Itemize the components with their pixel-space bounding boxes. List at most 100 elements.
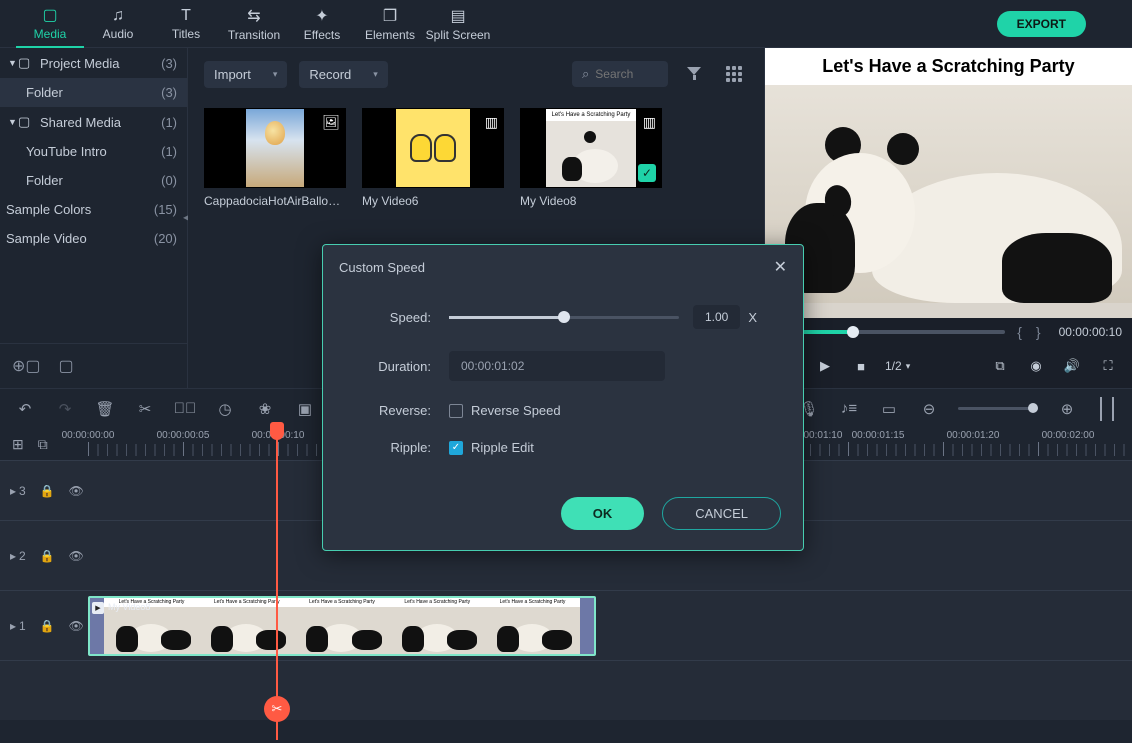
speed-button[interactable]: ◷ [214, 398, 236, 420]
record-dropdown[interactable]: Record ▾ [299, 61, 387, 88]
sparkle-icon: ✦ [315, 6, 328, 26]
shapes-icon: ❐ [383, 6, 397, 26]
redo-button[interactable]: ↷ [54, 398, 76, 420]
folder-outline-icon[interactable]: ▢ [59, 356, 74, 376]
pip-button[interactable]: ⧉ [988, 354, 1012, 378]
track-empty [0, 660, 1132, 720]
transition-icon: ⇆ [247, 6, 260, 26]
lock-icon[interactable]: 🔒 [40, 549, 55, 563]
video-track-icon: ▸ [10, 484, 16, 498]
import-dropdown[interactable]: Import ▾ [204, 61, 287, 88]
preview-image [765, 85, 1132, 303]
preview-overlay-title: Let's Have a Scratching Party [765, 48, 1132, 85]
media-sidebar: ▼ ▢ Project Media (3) Folder (3) ▼ ▢ Sha… [0, 48, 188, 388]
speed-slider[interactable] [449, 316, 679, 319]
green-screen-button[interactable]: ▣ [294, 398, 316, 420]
split-screen-icon: ▤ [450, 6, 465, 26]
zoom-in-button[interactable]: ⊕ [1056, 398, 1078, 420]
tab-media[interactable]: ▢ Media [16, 0, 84, 48]
tab-titles[interactable]: T Titles [152, 0, 220, 48]
mark-in-button[interactable]: { [1015, 324, 1024, 340]
text-icon: T [181, 7, 191, 25]
ripple-checkbox[interactable]: ✓ [449, 441, 463, 455]
chevron-down-icon: ▼ [8, 58, 18, 68]
ripple-option-label: Ripple Edit [471, 440, 534, 455]
audio-mixer-button[interactable]: ♪≡ [838, 398, 860, 420]
delete-button[interactable]: 🗑 [94, 398, 116, 420]
speed-unit: X [748, 310, 757, 325]
chevron-down-icon: ▾ [273, 69, 278, 80]
sidebar-item-sample-video[interactable]: Sample Video (20) [0, 224, 187, 253]
timeline-clip-video8[interactable]: ▶ My Video8 Let's Have a Scratching Part… [88, 596, 596, 656]
tab-transition[interactable]: ⇆ Transition [220, 0, 288, 48]
grid-icon [726, 66, 742, 82]
media-item-video8[interactable]: Let's Have a Scratching Party ▥ ✓ My Vid… [520, 108, 662, 208]
crop-button[interactable]: ✂⃞ [174, 398, 196, 420]
speed-label: Speed: [351, 310, 431, 325]
duration-label: Duration: [351, 359, 431, 374]
tab-audio[interactable]: ♫ Audio [84, 0, 152, 48]
search-input[interactable]: ⌕ [572, 61, 668, 87]
zoom-out-button[interactable]: ⊖ [918, 398, 940, 420]
sidebar-item-folder[interactable]: Folder (3) [0, 78, 187, 107]
link-button[interactable]: ⧉ [38, 436, 48, 453]
music-note-icon: ♫ [112, 7, 124, 25]
volume-button[interactable]: 🔊 [1060, 354, 1084, 378]
zoom-fit-button[interactable] [1096, 398, 1118, 420]
video-track-icon: ▸ [10, 549, 16, 563]
preview-quality-dropdown[interactable]: 1/2 ▾ [885, 359, 910, 373]
reverse-checkbox[interactable] [449, 404, 463, 418]
close-button[interactable]: ✕ [774, 257, 787, 277]
funnel-icon [687, 67, 701, 81]
preview-viewport[interactable]: Let's Have a Scratching Party [765, 48, 1132, 318]
add-track-button[interactable]: ⊞ [12, 436, 24, 453]
sidebar-item-youtube-intro[interactable]: YouTube Intro (1) [0, 137, 187, 166]
preview-panel: Let's Have a Scratching Party { } 00:00:… [764, 48, 1132, 388]
eye-icon[interactable]: 👁 [69, 484, 84, 498]
image-type-icon: 🖼 [322, 114, 340, 131]
duration-input[interactable] [449, 351, 665, 381]
video-track-icon: ▸ [10, 619, 16, 633]
undo-button[interactable]: ↶ [14, 398, 36, 420]
search-icon: ⌕ [582, 66, 589, 82]
tab-split-screen[interactable]: ▤ Split Screen [424, 0, 492, 48]
color-button[interactable]: ❀ [254, 398, 276, 420]
media-item-video6[interactable]: ▥ My Video6 [362, 108, 504, 208]
reverse-option-label: Reverse Speed [471, 403, 561, 418]
export-button[interactable]: EXPORT [997, 11, 1086, 37]
video-type-icon: ▥ [643, 114, 656, 131]
chevron-down-icon: ▾ [906, 361, 911, 372]
grid-view-button[interactable] [720, 60, 748, 88]
mark-out-button[interactable]: } [1034, 324, 1043, 340]
eye-icon[interactable]: 👁 [69, 619, 84, 633]
media-item-cappadocia[interactable]: 🖼 CappadociaHotAirBalloo… [204, 108, 346, 208]
fullscreen-button[interactable]: ⛶ [1096, 354, 1120, 378]
lock-icon[interactable]: 🔒 [40, 619, 55, 633]
snapshot-button[interactable]: ◉ [1024, 354, 1048, 378]
selected-check-icon: ✓ [638, 164, 656, 182]
split-button[interactable]: ✂ [134, 398, 156, 420]
sidebar-item-folder-2[interactable]: Folder (0) [0, 166, 187, 195]
sidebar-item-project-media[interactable]: ▼ ▢ Project Media (3) [0, 48, 187, 78]
stop-button[interactable]: ■ [849, 354, 873, 378]
play-button[interactable]: ▶ [813, 354, 837, 378]
filter-button[interactable] [680, 60, 708, 88]
lock-icon[interactable]: 🔒 [40, 484, 55, 498]
video-type-icon: ▥ [485, 114, 498, 131]
speed-value[interactable]: 1.00 [693, 305, 740, 329]
track-v1[interactable]: ▸1 🔒 👁 ▶ My Video8 Let's Have a Scratchi… [0, 590, 1132, 660]
new-folder-icon[interactable]: ⊕▢ [12, 356, 41, 376]
cancel-button[interactable]: CANCEL [662, 497, 781, 530]
folder-icon: ▢ [42, 5, 57, 25]
zoom-slider[interactable] [958, 407, 1038, 410]
eye-icon[interactable]: 👁 [69, 549, 84, 563]
tab-elements[interactable]: ❐ Elements [356, 0, 424, 48]
tab-effects[interactable]: ✦ Effects [288, 0, 356, 48]
marker-button[interactable]: ▭ [878, 398, 900, 420]
ok-button[interactable]: OK [561, 497, 645, 530]
preview-scrubber[interactable] [775, 330, 1005, 334]
folder-icon: ▢ [18, 55, 34, 71]
sidebar-item-shared-media[interactable]: ▼ ▢ Shared Media (1) [0, 107, 187, 137]
sidebar-item-sample-colors[interactable]: Sample Colors (15) [0, 195, 187, 224]
chevron-down-icon: ▾ [373, 69, 378, 80]
